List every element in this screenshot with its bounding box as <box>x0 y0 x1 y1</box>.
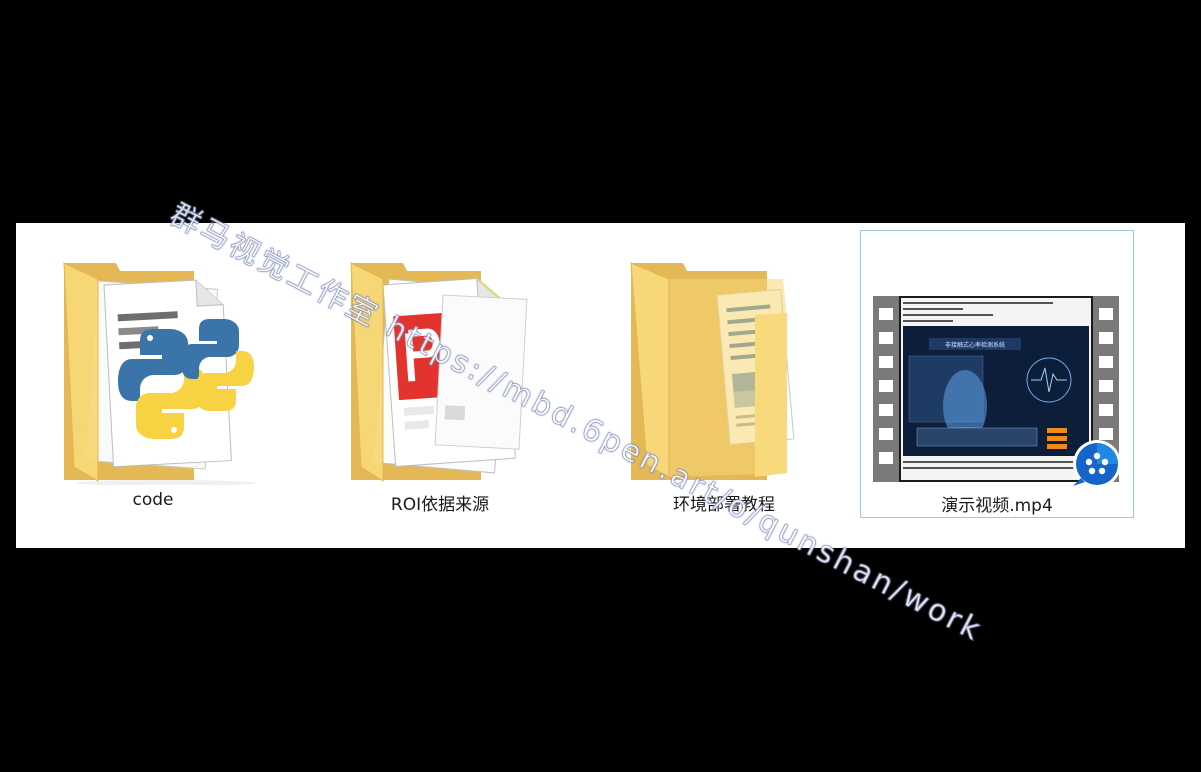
item-label: code <box>132 490 174 510</box>
folder-document-icon <box>630 262 795 480</box>
video-file-icon: 非接触式心率检测系统 <box>873 296 1121 486</box>
folder-item-roi[interactable]: ROI依据来源 <box>303 223 577 518</box>
folder-pdf-icon <box>350 262 528 482</box>
file-explorer-panel: code ROI依据来源 环境部署教程 非接触式心率检测系统 演示视频.mp4 <box>16 223 1185 548</box>
folder-item-code[interactable]: code <box>16 223 290 518</box>
item-label: 环境部署教程 <box>673 495 775 515</box>
item-label: 演示视频.mp4 <box>941 496 1053 516</box>
item-label: ROI依据来源 <box>390 495 490 515</box>
file-item-demo-video[interactable]: 非接触式心率检测系统 演示视频.mp4 <box>860 230 1134 518</box>
folder-item-env-tutorial[interactable]: 环境部署教程 <box>587 223 861 518</box>
folder-python-icon <box>63 262 256 485</box>
video-thumb-title: 非接触式心率检测系统 <box>945 341 1005 349</box>
